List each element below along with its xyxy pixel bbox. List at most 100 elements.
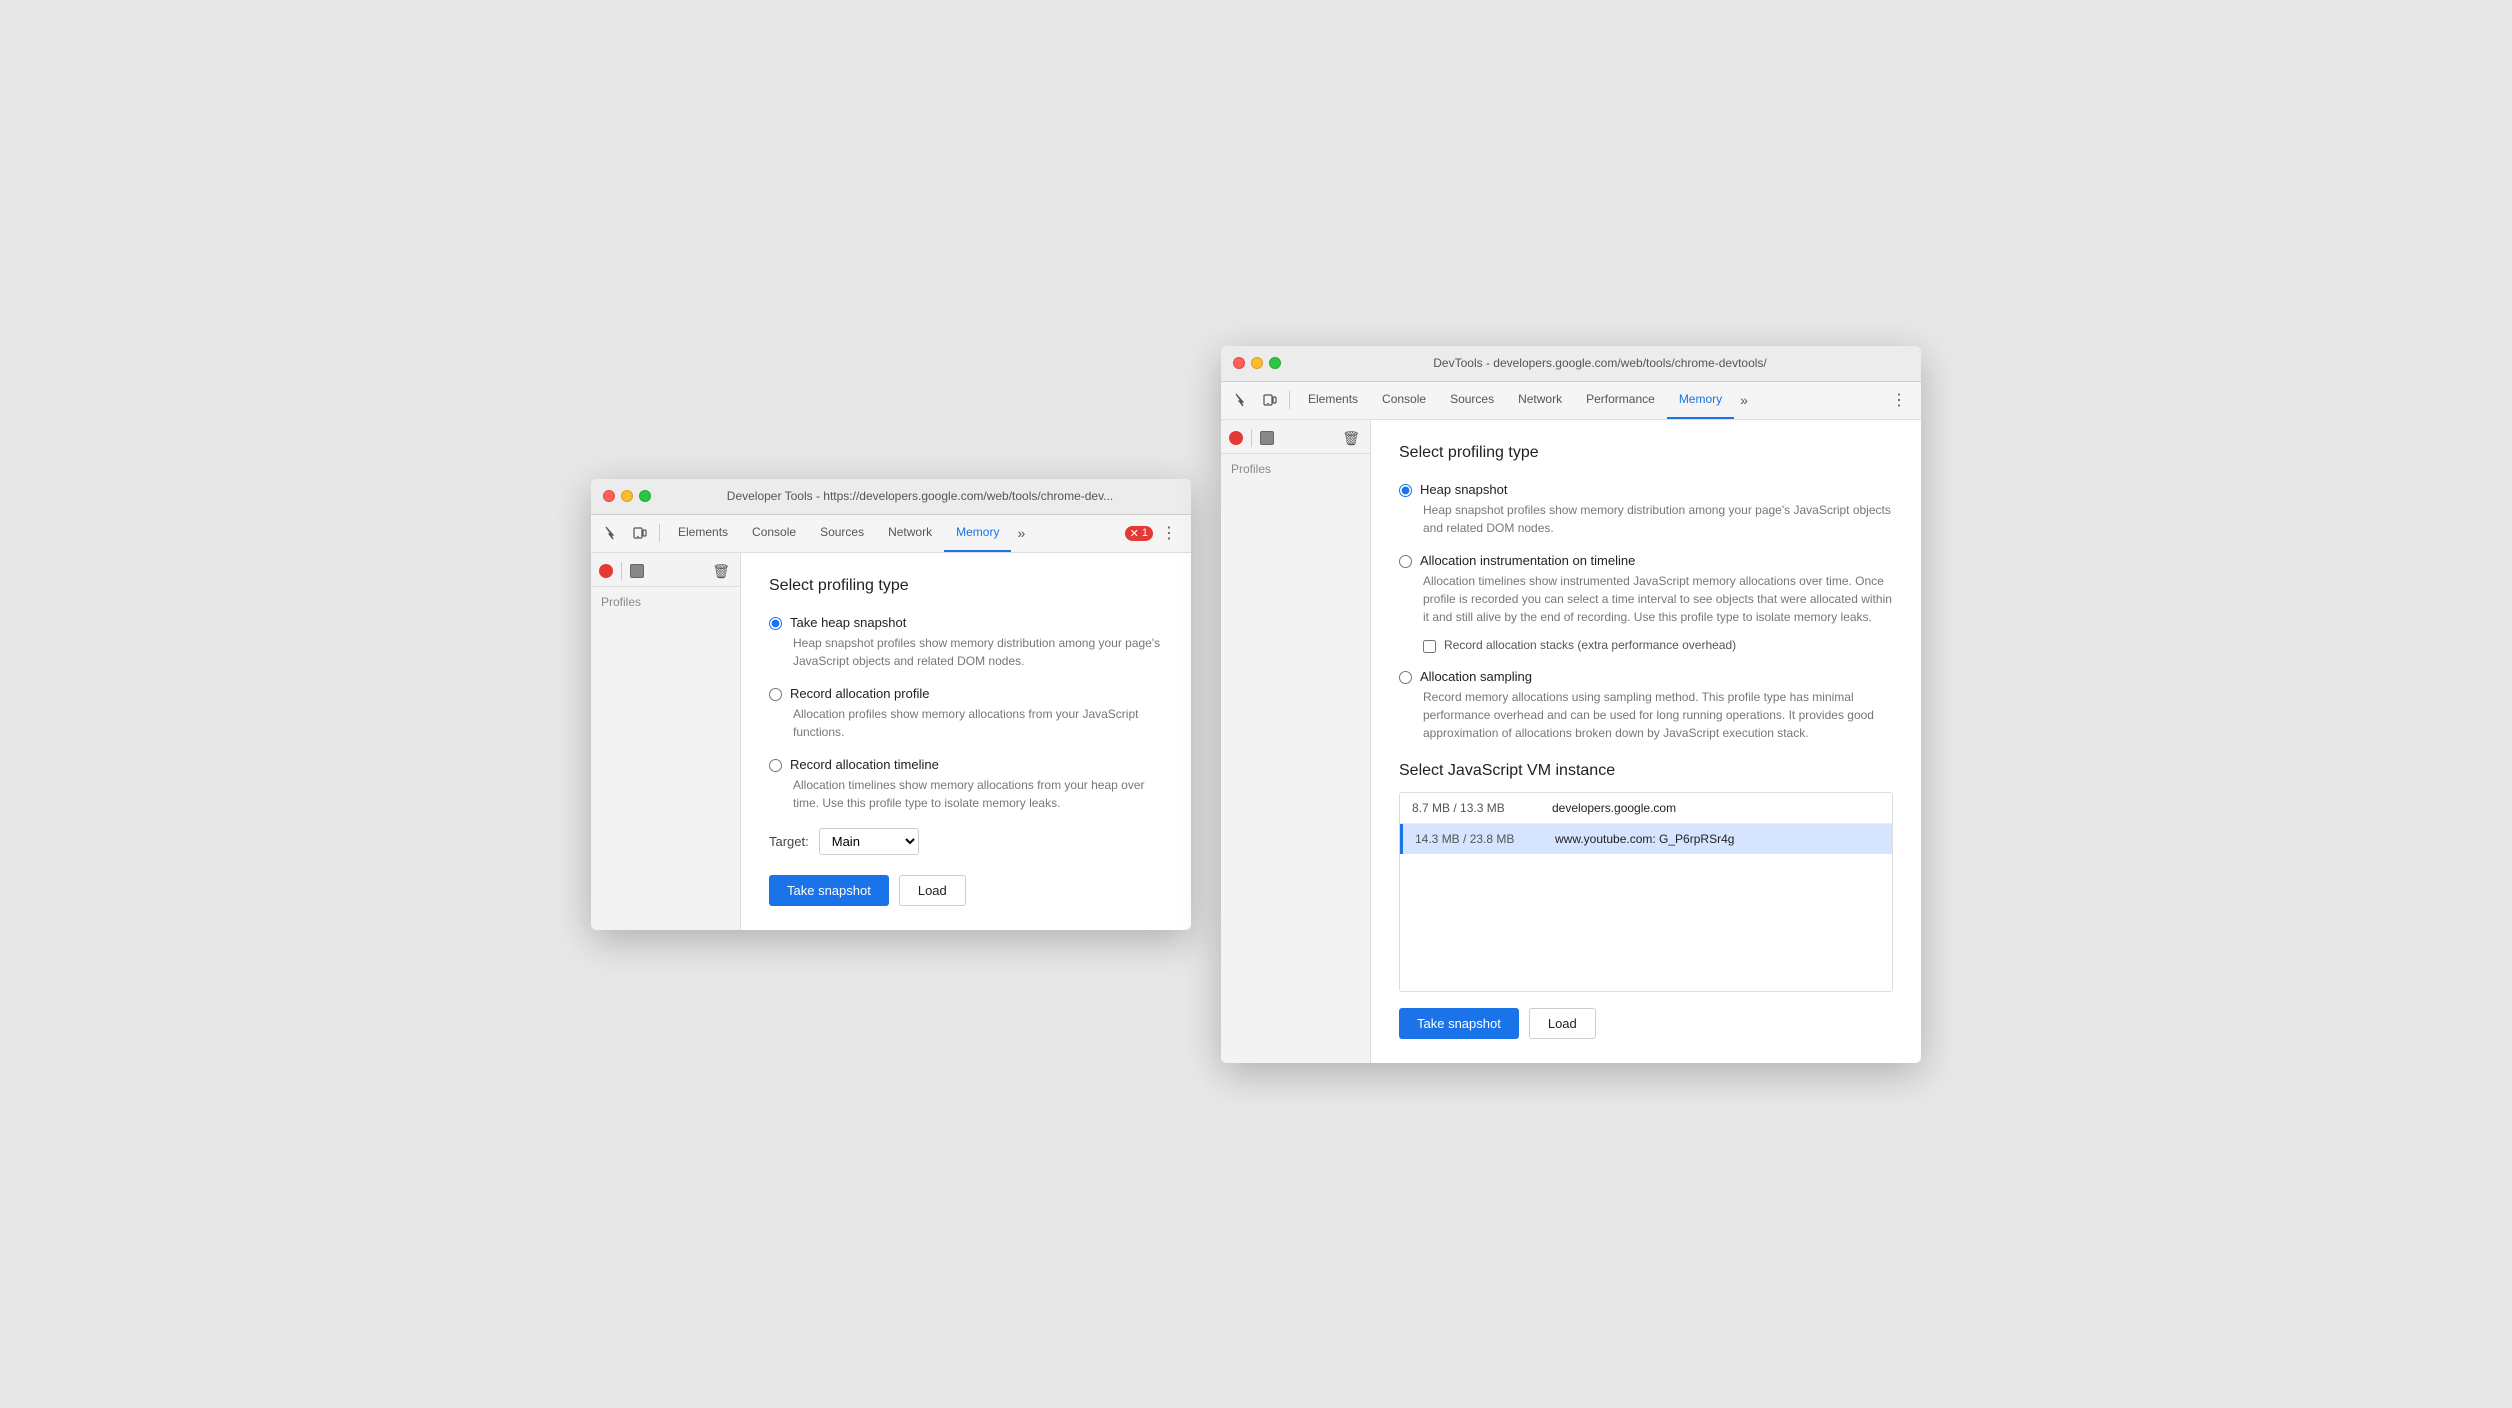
stop-button-left[interactable] xyxy=(630,564,644,578)
alloc-stacks-label[interactable]: Record allocation stacks (extra performa… xyxy=(1444,638,1736,652)
close-button-left[interactable] xyxy=(603,490,615,502)
maximize-button-left[interactable] xyxy=(639,490,651,502)
tab-performance-right[interactable]: Performance xyxy=(1574,382,1667,419)
traffic-lights-left xyxy=(603,490,651,502)
radio-alloc-left[interactable] xyxy=(769,688,782,701)
sidebar-sep-right xyxy=(1251,429,1252,447)
vm-instance-table: 8.7 MB / 13.3 MB developers.google.com 1… xyxy=(1399,792,1893,992)
vm-row-1[interactable]: 14.3 MB / 23.8 MB www.youtube.com: G_P6r… xyxy=(1400,824,1892,854)
tab-console-left[interactable]: Console xyxy=(740,515,808,552)
option-label-sampling-right[interactable]: Allocation sampling xyxy=(1420,669,1532,684)
radio-row-instrumentation-right: Allocation instrumentation on timeline xyxy=(1399,553,1893,568)
right-panel: 🗑 Profiles Select profiling type Heap sn… xyxy=(1221,420,1921,1063)
target-label-left: Target: xyxy=(769,834,809,849)
left-tabs: Elements Console Sources Network Memory … xyxy=(666,515,1119,552)
vm-section-title: Select JavaScript VM instance xyxy=(1399,762,1893,780)
left-sidebar-toolbar: 🗑 xyxy=(591,557,740,587)
load-button-left[interactable]: Load xyxy=(899,875,966,906)
tab-network-right[interactable]: Network xyxy=(1506,382,1574,419)
left-section-title: Select profiling type xyxy=(769,577,1163,595)
button-row-right: Take snapshot Load xyxy=(1399,1008,1893,1039)
option-desc-timeline-left: Allocation timelines show memory allocat… xyxy=(769,776,1163,812)
button-row-left: Take snapshot Load xyxy=(769,875,1163,906)
tab-memory-right[interactable]: Memory xyxy=(1667,382,1734,419)
alloc-stacks-checkbox[interactable] xyxy=(1423,640,1436,653)
left-devtools-window: Developer Tools - https://developers.goo… xyxy=(591,479,1191,930)
checkbox-row-alloc-stacks: Record allocation stacks (extra performa… xyxy=(1399,638,1893,653)
sidebar-sep-left xyxy=(621,562,622,580)
target-select-left[interactable]: Main xyxy=(819,828,919,855)
target-row-left: Target: Main xyxy=(769,828,1163,855)
minimize-button-right[interactable] xyxy=(1251,357,1263,369)
vm-section: Select JavaScript VM instance 8.7 MB / 1… xyxy=(1399,762,1893,992)
radio-heap-left[interactable] xyxy=(769,617,782,630)
inspect-icon-right[interactable] xyxy=(1229,388,1255,412)
minimize-button-left[interactable] xyxy=(621,490,633,502)
option-alloc-instrumentation-right: Allocation instrumentation on timeline A… xyxy=(1399,553,1893,653)
radio-timeline-left[interactable] xyxy=(769,759,782,772)
tab-sources-right[interactable]: Sources xyxy=(1438,382,1506,419)
left-panel: 🗑 Profiles Select profiling type Take he… xyxy=(591,553,1191,930)
option-label-instrumentation-right[interactable]: Allocation instrumentation on timeline xyxy=(1420,553,1635,568)
option-desc-heap-left: Heap snapshot profiles show memory distr… xyxy=(769,634,1163,670)
left-main-content: Select profiling type Take heap snapshot… xyxy=(741,553,1191,930)
vm-size-0: 8.7 MB / 13.3 MB xyxy=(1412,801,1532,815)
radio-row-alloc-left: Record allocation profile xyxy=(769,686,1163,701)
tab-network-left[interactable]: Network xyxy=(876,515,944,552)
radio-row-sampling-right: Allocation sampling xyxy=(1399,669,1893,684)
option-label-heap-left[interactable]: Take heap snapshot xyxy=(790,615,906,630)
option-alloc-timeline-left: Record allocation timeline Allocation ti… xyxy=(769,757,1163,812)
right-main-content: Select profiling type Heap snapshot Heap… xyxy=(1371,420,1921,1063)
traffic-lights-right xyxy=(1233,357,1281,369)
option-label-heap-right[interactable]: Heap snapshot xyxy=(1420,482,1507,497)
right-devtools-window: DevTools - developers.google.com/web/too… xyxy=(1221,346,1921,1063)
radio-row-heap-left: Take heap snapshot xyxy=(769,615,1163,630)
take-snapshot-button-left[interactable]: Take snapshot xyxy=(769,875,889,906)
load-button-right[interactable]: Load xyxy=(1529,1008,1596,1039)
vm-row-0[interactable]: 8.7 MB / 13.3 MB developers.google.com xyxy=(1400,793,1892,824)
error-badge-left: ✕ 1 xyxy=(1125,526,1153,541)
radio-heap-right[interactable] xyxy=(1399,484,1412,497)
tab-elements-left[interactable]: Elements xyxy=(666,515,740,552)
left-title-bar: Developer Tools - https://developers.goo… xyxy=(591,479,1191,515)
option-label-alloc-left[interactable]: Record allocation profile xyxy=(790,686,929,701)
device-icon-right[interactable] xyxy=(1257,388,1283,412)
right-sidebar-toolbar: 🗑 xyxy=(1221,424,1370,454)
vm-size-1: 14.3 MB / 23.8 MB xyxy=(1415,832,1535,846)
device-icon-left[interactable] xyxy=(627,521,653,545)
radio-instrumentation-right[interactable] xyxy=(1399,555,1412,568)
tab-sources-left[interactable]: Sources xyxy=(808,515,876,552)
radio-row-heap-right: Heap snapshot xyxy=(1399,482,1893,497)
right-title-bar: DevTools - developers.google.com/web/too… xyxy=(1221,346,1921,382)
radio-sampling-right[interactable] xyxy=(1399,671,1412,684)
toolbar-separator-right xyxy=(1289,391,1290,409)
tab-memory-left[interactable]: Memory xyxy=(944,515,1011,552)
maximize-button-right[interactable] xyxy=(1269,357,1281,369)
tab-more-left[interactable]: » xyxy=(1011,515,1031,552)
option-desc-instrumentation-right: Allocation timelines show instrumented J… xyxy=(1399,572,1893,626)
option-label-timeline-left[interactable]: Record allocation timeline xyxy=(790,757,939,772)
profiles-label-right: Profiles xyxy=(1221,454,1370,480)
right-window-title: DevTools - developers.google.com/web/too… xyxy=(1291,356,1909,370)
right-toolbar: Elements Console Sources Network Perform… xyxy=(1221,382,1921,420)
record-button-left[interactable] xyxy=(599,564,613,578)
close-button-right[interactable] xyxy=(1233,357,1245,369)
clear-button-left[interactable]: 🗑 xyxy=(710,561,732,582)
take-snapshot-button-right[interactable]: Take snapshot xyxy=(1399,1008,1519,1039)
vm-name-0: developers.google.com xyxy=(1552,801,1880,815)
tab-elements-right[interactable]: Elements xyxy=(1296,382,1370,419)
vm-name-1: www.youtube.com: G_P6rpRSr4g xyxy=(1555,832,1880,846)
record-button-right[interactable] xyxy=(1229,431,1243,445)
left-sidebar: 🗑 Profiles xyxy=(591,553,741,930)
stop-button-right[interactable] xyxy=(1260,431,1274,445)
clear-button-right[interactable]: 🗑 xyxy=(1340,428,1362,449)
menu-button-right[interactable]: ⋮ xyxy=(1885,386,1913,414)
inspect-icon-left[interactable] xyxy=(599,521,625,545)
menu-button-left[interactable]: ⋮ xyxy=(1155,519,1183,547)
right-section-title: Select profiling type xyxy=(1399,444,1893,462)
left-toolbar: Elements Console Sources Network Memory … xyxy=(591,515,1191,553)
toolbar-separator-left xyxy=(659,524,660,542)
option-heap-snapshot-right: Heap snapshot Heap snapshot profiles sho… xyxy=(1399,482,1893,537)
tab-console-right[interactable]: Console xyxy=(1370,382,1438,419)
tab-more-right[interactable]: » xyxy=(1734,382,1754,419)
